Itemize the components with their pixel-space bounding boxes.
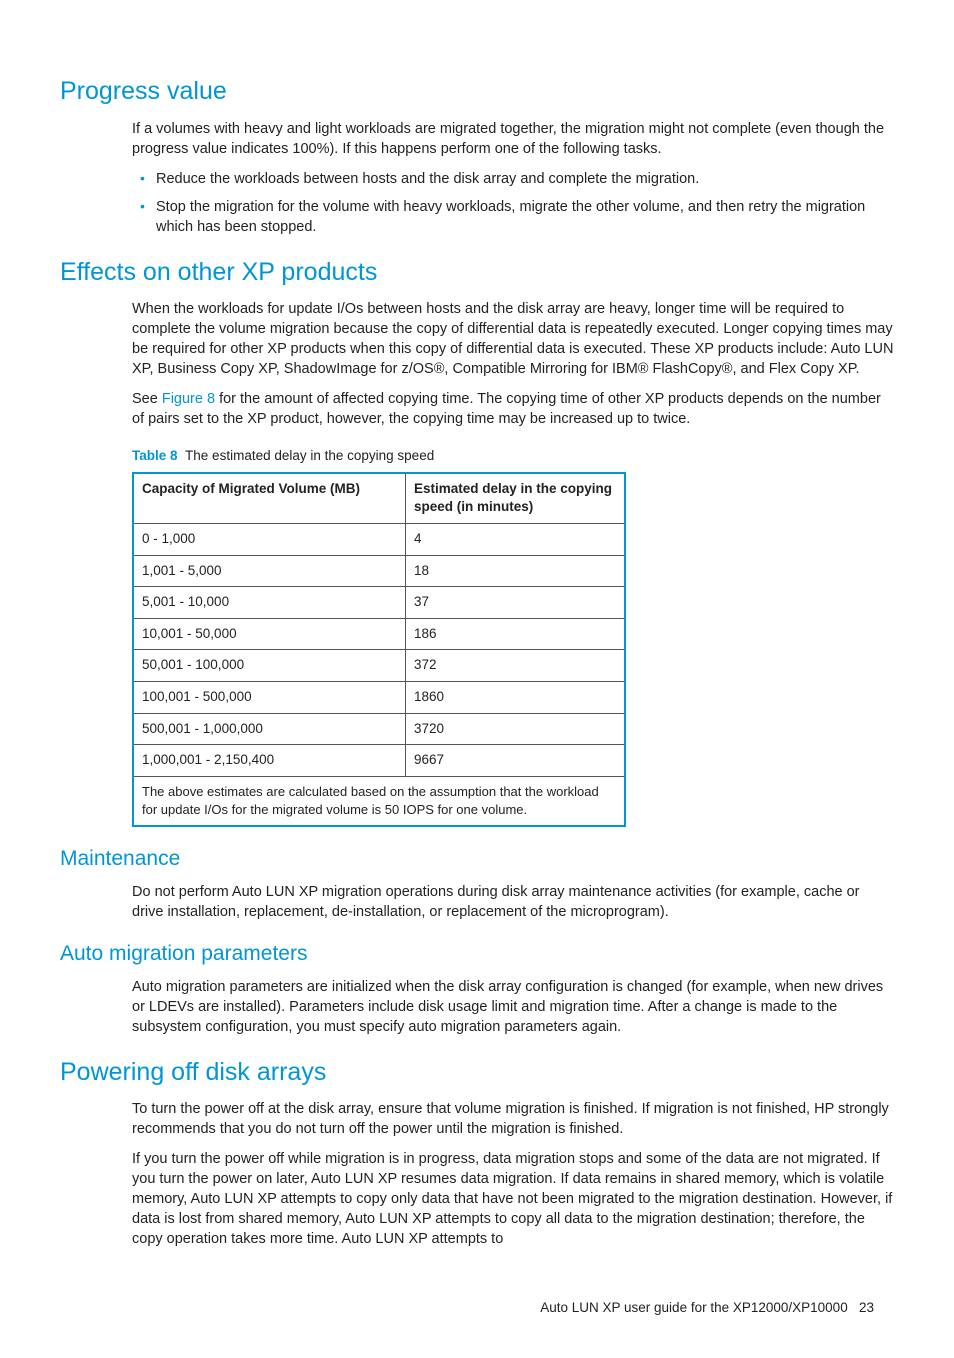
cell-capacity: 100,001 - 500,000 <box>133 682 406 714</box>
para-powering-off-2: If you turn the power off while migratio… <box>132 1149 894 1249</box>
table-8-caption: Table 8 The estimated delay in the copyi… <box>132 447 894 466</box>
para-auto-migration: Auto migration parameters are initialize… <box>132 977 894 1037</box>
cell-capacity: 5,001 - 10,000 <box>133 587 406 619</box>
heading-effects-other-xp: Effects on other XP products <box>60 255 894 290</box>
caption-label: Table 8 <box>132 448 178 463</box>
heading-auto-migration-params: Auto migration parameters <box>60 940 894 969</box>
table-row: 5,001 - 10,00037 <box>133 587 625 619</box>
page-footer: Auto LUN XP user guide for the XP12000/X… <box>60 1299 894 1318</box>
bullet-item: Stop the migration for the volume with h… <box>156 197 894 237</box>
cell-capacity: 0 - 1,000 <box>133 523 406 555</box>
table-row: 50,001 - 100,000372 <box>133 650 625 682</box>
cell-capacity: 50,001 - 100,000 <box>133 650 406 682</box>
bullet-list-progress: Reduce the workloads between hosts and t… <box>132 169 894 237</box>
para-progress-value: If a volumes with heavy and light worklo… <box>132 119 894 159</box>
table-row: 500,001 - 1,000,0003720 <box>133 713 625 745</box>
cell-capacity: 10,001 - 50,000 <box>133 618 406 650</box>
cell-delay: 372 <box>406 650 626 682</box>
para-powering-off-1: To turn the power off at the disk array,… <box>132 1099 894 1139</box>
figure-8-link[interactable]: Figure 8 <box>162 391 215 407</box>
table-row: 100,001 - 500,0001860 <box>133 682 625 714</box>
caption-text: The estimated delay in the copying speed <box>185 448 434 463</box>
text-suffix: for the amount of affected copying time.… <box>132 391 881 427</box>
text-prefix: See <box>132 391 162 407</box>
cell-delay: 4 <box>406 523 626 555</box>
heading-powering-off: Powering off disk arrays <box>60 1055 894 1090</box>
cell-capacity: 500,001 - 1,000,000 <box>133 713 406 745</box>
cell-delay: 1860 <box>406 682 626 714</box>
heading-progress-value: Progress value <box>60 74 894 109</box>
cell-delay: 37 <box>406 587 626 619</box>
footer-title: Auto LUN XP user guide for the XP12000/X… <box>540 1300 847 1315</box>
table-row: 0 - 1,0004 <box>133 523 625 555</box>
table-header-delay: Estimated delay in the copying speed (in… <box>406 473 626 524</box>
table-header-capacity: Capacity of Migrated Volume (MB) <box>133 473 406 524</box>
cell-delay: 3720 <box>406 713 626 745</box>
table-footnote: The above estimates are calculated based… <box>133 776 625 825</box>
cell-capacity: 1,001 - 5,000 <box>133 555 406 587</box>
table-8: Capacity of Migrated Volume (MB) Estimat… <box>132 472 626 827</box>
table-row: 1,000,001 - 2,150,4009667 <box>133 745 625 777</box>
para-effects-1: When the workloads for update I/Os betwe… <box>132 299 894 379</box>
heading-maintenance: Maintenance <box>60 845 894 874</box>
para-effects-2: See Figure 8 for the amount of affected … <box>132 389 894 429</box>
cell-delay: 18 <box>406 555 626 587</box>
footer-page-number: 23 <box>859 1300 874 1315</box>
bullet-item: Reduce the workloads between hosts and t… <box>156 169 894 189</box>
cell-delay: 9667 <box>406 745 626 777</box>
table-row: 10,001 - 50,000186 <box>133 618 625 650</box>
para-maintenance: Do not perform Auto LUN XP migration ope… <box>132 882 894 922</box>
table-row: 1,001 - 5,00018 <box>133 555 625 587</box>
cell-capacity: 1,000,001 - 2,150,400 <box>133 745 406 777</box>
cell-delay: 186 <box>406 618 626 650</box>
